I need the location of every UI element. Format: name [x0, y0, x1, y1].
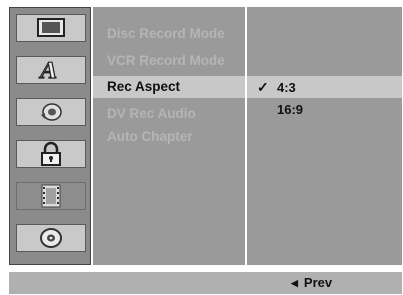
option-4-3[interactable]: ✓ 4:3 — [247, 76, 402, 98]
tv-monitor-icon — [37, 18, 65, 37]
footer-bar: ◀ Prev — [9, 272, 402, 294]
letter-a-icon: A — [37, 58, 61, 82]
display-settings-button[interactable] — [16, 14, 86, 42]
audio-settings-button[interactable] — [16, 98, 86, 126]
settings-menu: Disc Record Mode VCR Record Mode Rec Asp… — [93, 7, 245, 265]
disc-icon — [40, 228, 62, 248]
prev-label: Prev — [303, 275, 333, 290]
svg-text:A: A — [38, 58, 61, 82]
menu-item-disc-record-mode[interactable]: Disc Record Mode — [107, 23, 225, 45]
language-settings-button[interactable]: A — [16, 56, 86, 84]
menu-item-vcr-record-mode[interactable]: VCR Record Mode — [107, 50, 225, 72]
lock-settings-button[interactable] — [16, 140, 86, 168]
recording-settings-button[interactable] — [16, 182, 86, 210]
menu-item-auto-chapter[interactable]: Auto Chapter — [107, 126, 193, 148]
prev-button[interactable]: ◀ Prev — [291, 272, 332, 294]
speaker-icon — [41, 103, 62, 121]
option-label: 4:3 — [277, 80, 296, 95]
film-strip-icon — [41, 184, 61, 208]
options-panel: ✓ 4:3 16:9 — [247, 7, 402, 265]
category-sidebar: A — [9, 7, 91, 265]
left-arrow-icon: ◀ — [291, 278, 298, 288]
menu-item-rec-aspect[interactable]: Rec Aspect — [93, 76, 245, 98]
checkmark-icon: ✓ — [257, 79, 269, 95]
menu-item-dv-rec-audio[interactable]: DV Rec Audio — [107, 103, 196, 125]
option-label: 16:9 — [277, 102, 304, 117]
disc-settings-button[interactable] — [16, 224, 86, 252]
option-16-9[interactable]: 16:9 — [247, 99, 402, 121]
padlock-icon — [41, 141, 61, 166]
